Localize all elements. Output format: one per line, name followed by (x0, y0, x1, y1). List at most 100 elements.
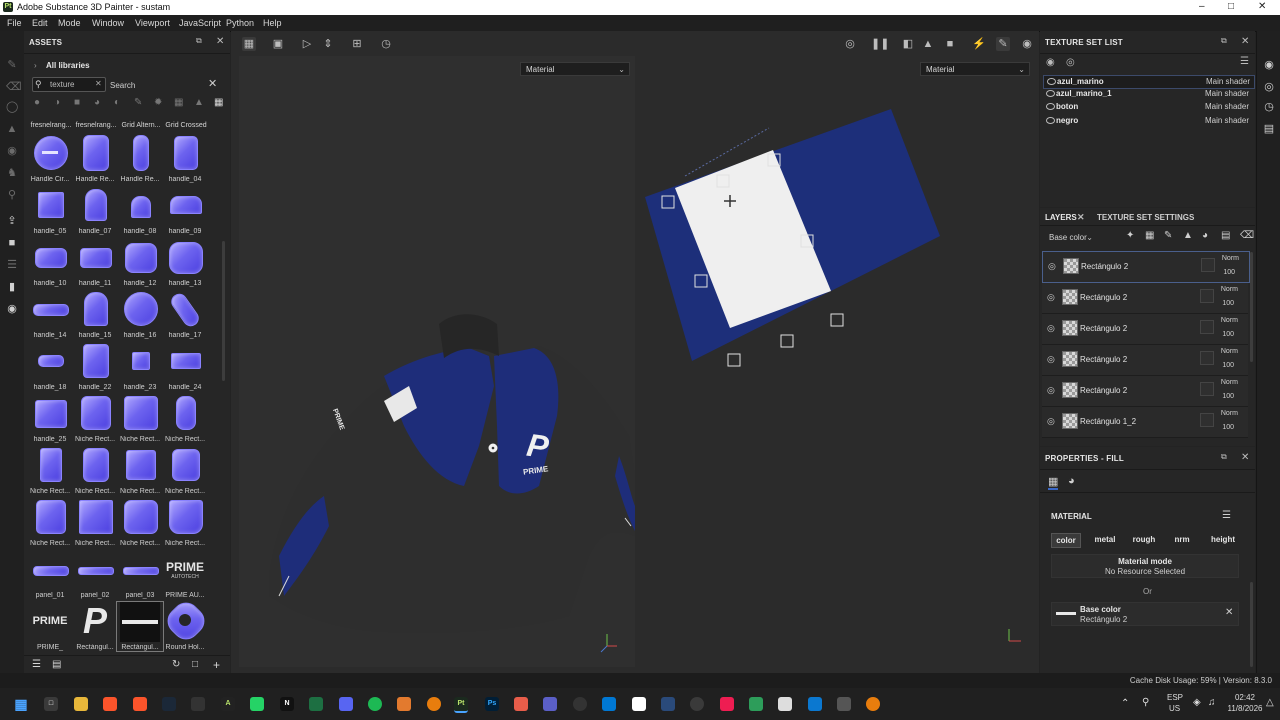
app-icon[interactable] (514, 697, 528, 711)
fill-tab-icon[interactable]: ▦ (1048, 475, 1059, 490)
blend-mode[interactable]: Norm (1221, 317, 1238, 324)
start-icon[interactable]: ▦ (14, 697, 28, 711)
layer-name[interactable]: Rectángulo 2 (1080, 355, 1127, 364)
history-icon[interactable]: ◷ (1263, 101, 1275, 113)
excel-icon[interactable] (309, 697, 323, 711)
epic-games-icon[interactable] (191, 697, 205, 711)
asset-item[interactable]: handle_04 (162, 134, 208, 183)
brave-alt-icon[interactable] (133, 697, 147, 711)
eye-icon[interactable]: ◎ (1066, 57, 1075, 68)
task-view-icon[interactable]: □ (44, 697, 58, 711)
layer-row[interactable]: ◎ Rectángulo 2 Norm 100 (1042, 314, 1248, 345)
menu-window[interactable]: Window (92, 18, 124, 28)
asset-label-top[interactable]: fresnelrang... (73, 122, 119, 129)
add-mask-icon[interactable]: ▦ (1145, 230, 1154, 241)
layer-row[interactable]: ◎ Rectángulo 2 Norm 100 (1042, 345, 1248, 376)
asset-item[interactable]: handle_23 (117, 342, 163, 391)
asset-item[interactable]: handle_22 (72, 342, 118, 391)
pause-icon[interactable]: ❚❚ (871, 37, 889, 51)
asset-item[interactable]: handle_25 (27, 394, 73, 443)
add-fill-layer-icon[interactable]: ▲ (1183, 230, 1193, 241)
layer-row[interactable]: ◎ Rectángulo 2 Norm 100 (1042, 283, 1248, 314)
chip-rough[interactable]: rough (1129, 533, 1159, 546)
smart-material-icon[interactable]: ◕ (1202, 230, 1208, 241)
material-tab-icon[interactable]: ◕ (1068, 475, 1075, 487)
wifi-icon[interactable]: ◈ (1193, 697, 1201, 708)
brave-icon[interactable] (103, 697, 117, 711)
filter-options-icon[interactable]: ☰ (32, 659, 41, 670)
asset-item[interactable]: handle_05 (27, 186, 73, 235)
paint-brush-icon[interactable]: ✎ (6, 59, 18, 71)
tab-layers[interactable]: LAYERS (1045, 213, 1077, 222)
notifications-icon[interactable]: △ (1266, 697, 1274, 708)
chevron-right-icon[interactable]: › (34, 61, 37, 70)
filter-procedural-icon[interactable]: ◕ (94, 97, 100, 108)
eye-icon[interactable]: ◎ (1048, 261, 1056, 272)
eye-icon[interactable]: ◎ (1047, 323, 1055, 334)
add-folder-icon[interactable]: ▤ (1221, 230, 1230, 241)
asset-item[interactable]: handle_11 (72, 238, 118, 287)
shader-name[interactable]: Main shader (1205, 116, 1249, 125)
texture-set-row[interactable]: negro Main shader (1043, 115, 1253, 127)
minimize-icon[interactable]: – (1199, 1, 1205, 12)
chip-height[interactable]: height (1206, 533, 1240, 546)
asset-item[interactable]: handle_16 (117, 290, 163, 339)
menu-file[interactable]: File (7, 18, 22, 28)
app-icon[interactable] (808, 697, 822, 711)
layer-mask[interactable] (1200, 351, 1214, 365)
layer-opacity[interactable]: 100 (1222, 300, 1234, 307)
split-view-icon[interactable]: ◧ (901, 37, 915, 51)
asset-item[interactable]: Niche Rect... (162, 446, 208, 495)
app-icon[interactable] (690, 697, 704, 711)
asset-item[interactable]: Niche Rect... (117, 498, 163, 547)
asset-item[interactable]: Niche Rect... (72, 498, 118, 547)
microphone-icon[interactable]: ⚲ (1142, 697, 1149, 708)
blender-alt-icon[interactable] (866, 697, 880, 711)
channel-dropdown[interactable]: Base color ⌄ (1043, 230, 1098, 244)
layers-scrollbar[interactable] (1250, 252, 1253, 362)
layer-opacity[interactable]: 100 (1222, 424, 1234, 431)
blend-mode[interactable]: Norm (1222, 255, 1239, 262)
shader-name[interactable]: Main shader (1205, 102, 1249, 111)
environment-icon[interactable]: ◎ (1263, 81, 1275, 93)
smudge-icon[interactable]: ◉ (6, 145, 18, 157)
asset-item[interactable]: handle_14 (27, 290, 73, 339)
eye-icon[interactable]: ◎ (1047, 385, 1055, 396)
asset-item[interactable]: Niche Rect... (72, 394, 118, 443)
layer-row[interactable]: ◎ Rectángulo 2 Norm 100 (1042, 251, 1250, 283)
paint-mode-icon[interactable]: ✎ (996, 37, 1010, 51)
menu-python[interactable]: Python (226, 18, 254, 28)
layer-opacity[interactable]: 100 (1222, 331, 1234, 338)
app-icon[interactable] (632, 697, 646, 711)
delete-icon[interactable]: ⌫ (1240, 230, 1254, 241)
eye-icon[interactable]: ◎ (1047, 416, 1055, 427)
eye-icon[interactable]: ◎ (1047, 292, 1055, 303)
layer-opacity[interactable]: 100 (1222, 362, 1234, 369)
material-mode-field[interactable]: Material mode No Resource Selected (1051, 554, 1239, 578)
layout-3d-2d-icon[interactable]: ▦ (242, 37, 256, 51)
bake-icon[interactable]: ■ (6, 237, 18, 249)
settings-icon[interactable] (778, 697, 792, 711)
layer-name[interactable]: Rectángulo 2 (1080, 324, 1127, 333)
add-icon[interactable]: + (213, 658, 220, 672)
texture-set-row[interactable]: azul_marino_1 Main shader (1043, 88, 1253, 100)
volume-icon[interactable]: ♫ (1208, 697, 1216, 708)
layer-mask[interactable] (1200, 320, 1214, 334)
projection-icon[interactable]: ◯ (6, 101, 18, 113)
layer-mask[interactable] (1201, 258, 1215, 272)
filter-particle-icon[interactable]: ✹ (154, 97, 162, 108)
asset-item[interactable]: handle_08 (117, 186, 163, 235)
render-icon[interactable]: ⚡ (972, 37, 986, 51)
app-icon[interactable] (661, 697, 675, 711)
asset-item[interactable]: PRIME AUTOTECH PRIME AU... (162, 550, 208, 599)
asset-label-top[interactable]: Grid Altern... (118, 122, 164, 129)
polygon-fill-icon[interactable]: ▲ (6, 123, 18, 135)
asset-item[interactable]: handle_13 (162, 238, 208, 287)
menu-edit[interactable]: Edit (32, 18, 48, 28)
menu-help[interactable]: Help (263, 18, 282, 28)
asset-item[interactable]: handle_12 (117, 238, 163, 287)
layer-name[interactable]: Rectángulo 2 (1081, 262, 1128, 271)
panel-close-icon[interactable]: ✕ (216, 36, 224, 47)
texture-set-row[interactable]: azul_marino Main shader (1043, 75, 1255, 89)
app-icon[interactable] (749, 697, 763, 711)
